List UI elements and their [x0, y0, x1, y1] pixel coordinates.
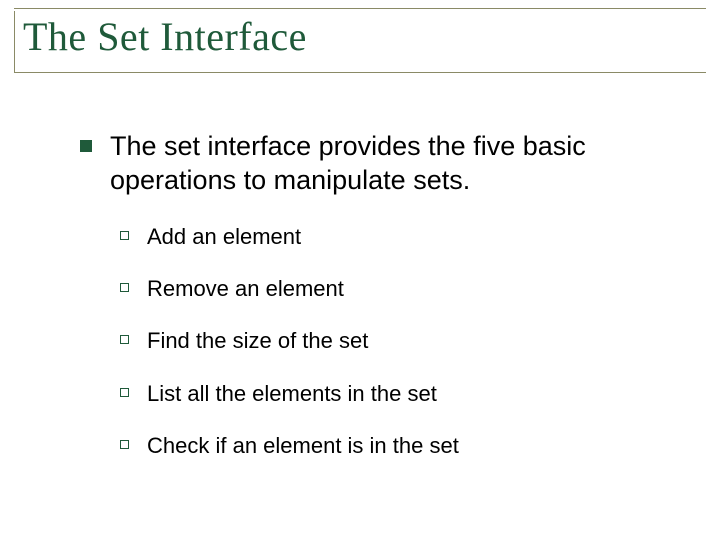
- hollow-square-icon: [120, 440, 129, 449]
- sub-bullet: Find the size of the set: [120, 328, 660, 354]
- sub-bullet-text: Find the size of the set: [147, 328, 368, 354]
- main-bullet-text: The set interface provides the five basi…: [110, 130, 660, 198]
- title-top-rule: [14, 8, 706, 9]
- hollow-square-icon: [120, 283, 129, 292]
- hollow-square-icon: [120, 388, 129, 397]
- sub-bullet-list: Add an element Remove an element Find th…: [120, 224, 660, 460]
- sub-bullet: Add an element: [120, 224, 660, 250]
- hollow-square-icon: [120, 335, 129, 344]
- title-box: The Set Interface: [14, 11, 706, 73]
- sub-bullet-text: Remove an element: [147, 276, 344, 302]
- main-bullet: The set interface provides the five basi…: [80, 130, 660, 198]
- sub-bullet: List all the elements in the set: [120, 381, 660, 407]
- sub-bullet-text: Check if an element is in the set: [147, 433, 459, 459]
- hollow-square-icon: [120, 231, 129, 240]
- title-area: The Set Interface: [14, 8, 706, 73]
- sub-bullet-text: Add an element: [147, 224, 301, 250]
- sub-bullet-text: List all the elements in the set: [147, 381, 437, 407]
- sub-bullet: Check if an element is in the set: [120, 433, 660, 459]
- slide-body: The set interface provides the five basi…: [80, 130, 660, 485]
- square-bullet-icon: [80, 140, 92, 152]
- slide: The Set Interface The set interface prov…: [0, 0, 720, 540]
- sub-bullet: Remove an element: [120, 276, 660, 302]
- slide-title: The Set Interface: [23, 13, 700, 60]
